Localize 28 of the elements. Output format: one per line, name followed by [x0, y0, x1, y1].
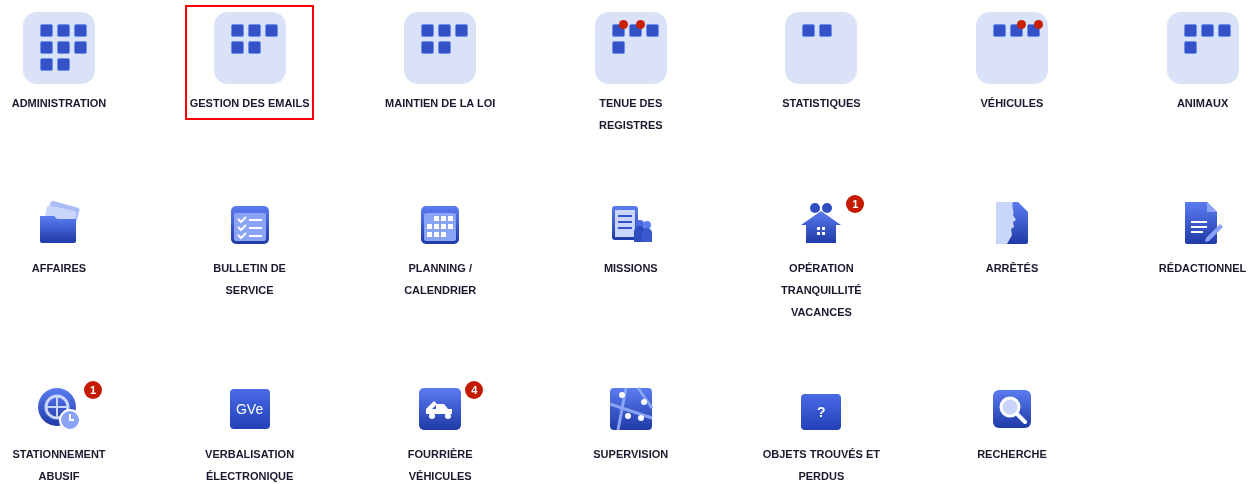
app-icon [1026, 24, 1040, 37]
module-button[interactable]: STATISTIQUES [777, 5, 866, 120]
module-button[interactable]: ? OBJETS TROUVÉS ET PERDUS [757, 381, 886, 484]
module-button[interactable]: GVe VERBALISATION ÉLECTRONIQUE [200, 381, 300, 484]
tow-truck-icon [417, 386, 464, 432]
box-icon: ? [801, 394, 842, 430]
module-button[interactable]: VÉHICULES [970, 5, 1053, 120]
module-button[interactable]: RÉDACTIONNEL [1153, 195, 1252, 285]
notification-badge: 4 [465, 381, 484, 399]
module-button[interactable]: RECHERCHE [972, 381, 1052, 471]
module-button[interactable]: BULLETIN DE SERVICE [208, 195, 291, 307]
module-button[interactable]: AFFAIRES [26, 195, 92, 285]
module-button[interactable]: ANIMAUX [1161, 5, 1244, 120]
app-icon [611, 24, 625, 37]
wheel-clock-icon [36, 386, 82, 432]
app-icon [628, 24, 642, 37]
notification-badge: 1 [84, 381, 102, 399]
gve-icon: GVe [229, 389, 270, 429]
module-button[interactable]: MISSIONS [598, 195, 663, 285]
notification-badge: 1 [846, 195, 865, 213]
module-button[interactable]: SUPERVISION [588, 381, 674, 471]
module-button[interactable]: ADMINISTRATION [6, 5, 112, 120]
module-button[interactable]: TENUE DES REGISTRES [589, 5, 672, 142]
module-button[interactable]: MAINTIEN DE LA LOI [380, 5, 501, 120]
app-icon [1009, 24, 1023, 37]
module-button[interactable]: PLANNING / CALENDRIER [399, 195, 482, 307]
module-button[interactable]: ARRÊTÉS [980, 195, 1044, 285]
module-button[interactable]: GESTION DES EMAILS [184, 5, 315, 120]
